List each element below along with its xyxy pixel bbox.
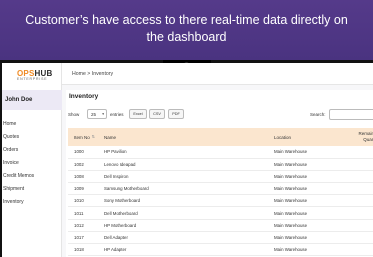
- sidebar-item-shipment[interactable]: Shipment: [2, 183, 62, 196]
- table-header-row: Item No⇅ Name Location Remaining Quantit…: [68, 128, 373, 146]
- cell-location: Main Warehouse: [268, 206, 345, 220]
- cell-location: Main Warehouse: [268, 146, 345, 159]
- cell-item-no: 1017: [68, 231, 98, 245]
- search-label: Search:: [310, 112, 326, 117]
- search-input[interactable]: [329, 109, 373, 120]
- entries-label: entries: [110, 112, 124, 117]
- cell-location: Main Warehouse: [268, 182, 345, 196]
- banner-line-2: the dashboard: [146, 30, 227, 44]
- cell-location: Main Warehouse: [268, 194, 345, 208]
- table-row[interactable]: 1011Dell MotherboardMain Warehouse2: [68, 206, 373, 220]
- show-label: Show: [68, 112, 80, 117]
- promo-banner: Customer’s have access to there real-tim…: [0, 0, 373, 60]
- cell-remaining: 1: [345, 158, 373, 171]
- table-row[interactable]: 1000HP PavilionMain Warehouse2: [68, 146, 373, 159]
- export-pdf-button[interactable]: PDF: [168, 109, 184, 119]
- cell-location: Main Warehouse: [268, 231, 345, 245]
- table-row[interactable]: 1012HP MotherboardMain Warehouse1: [68, 219, 373, 232]
- cell-name: HP Adapter: [98, 243, 268, 257]
- table-row[interactable]: 1017Dell AdapterMain Warehouse4: [68, 231, 373, 245]
- user-name[interactable]: John Doe: [2, 90, 62, 110]
- main-content: Inventory Show 25 ▾ entries Excel CSV PD…: [62, 85, 373, 257]
- cell-name: Sony Motherboard: [98, 194, 268, 208]
- table-row[interactable]: 1002Lenovo IdeapadMain Warehouse1: [68, 158, 373, 171]
- cell-item-no: 1008: [68, 170, 98, 184]
- column-header-name[interactable]: Name: [98, 128, 268, 146]
- app-screen: OPSHUB ENTERPRISE John Doe Home Quotes O…: [2, 63, 373, 257]
- cell-remaining: 2: [345, 146, 373, 159]
- inventory-card: Inventory Show 25 ▾ entries Excel CSV PD…: [66, 90, 373, 257]
- inventory-table: Item No⇅ Name Location Remaining Quantit…: [68, 128, 373, 257]
- column-header-location[interactable]: Location: [268, 128, 345, 146]
- sidebar-item-home[interactable]: Home: [2, 118, 62, 131]
- cell-remaining: 2: [345, 243, 373, 257]
- column-header-remaining[interactable]: Remaining Quantity: [345, 128, 373, 146]
- export-csv-button[interactable]: CSV: [149, 109, 165, 119]
- chevron-down-icon: ▾: [102, 112, 104, 116]
- cell-item-no: 1002: [68, 158, 98, 171]
- sidebar-item-quotes[interactable]: Quotes: [2, 131, 62, 144]
- sidebar-nav: Home Quotes Orders Invoice Credit Memos …: [2, 118, 62, 209]
- cell-remaining: 2: [345, 194, 373, 208]
- cell-item-no: 1010: [68, 194, 98, 208]
- cell-remaining: 2: [345, 182, 373, 196]
- cell-remaining: 2: [345, 206, 373, 220]
- column-header-item-no[interactable]: Item No ⇅: [68, 128, 98, 146]
- page-size-select[interactable]: 25 ▾: [87, 109, 107, 119]
- cell-item-no: 1000: [68, 146, 98, 159]
- cell-remaining: 2: [345, 170, 373, 184]
- cell-name: Dell Adapter: [98, 231, 268, 245]
- cell-location: Main Warehouse: [268, 158, 345, 171]
- cell-location: Main Warehouse: [268, 219, 345, 232]
- table-controls: Show 25 ▾ entries Excel CSV PDF Search:: [68, 109, 373, 121]
- cell-item-no: 1011: [68, 206, 98, 220]
- banner-line-1: Customer’s have access to there real-tim…: [25, 13, 348, 27]
- cell-name: Lenovo Ideapad: [98, 158, 268, 171]
- cell-location: Main Warehouse: [268, 243, 345, 257]
- sidebar-item-credit-memos[interactable]: Credit Memos: [2, 170, 62, 183]
- cell-item-no: 1009: [68, 182, 98, 196]
- app-logo[interactable]: OPSHUB ENTERPRISE: [17, 69, 57, 85]
- cell-item-no: 1018: [68, 243, 98, 257]
- cell-name: HP Pavilion: [98, 146, 268, 159]
- page-title: Inventory: [69, 93, 99, 100]
- page-size-value: 25: [91, 112, 97, 117]
- cell-remaining: 4: [345, 231, 373, 245]
- table-row[interactable]: 1008Dell InspironMain Warehouse2: [68, 170, 373, 184]
- sidebar-item-orders[interactable]: Orders: [2, 144, 62, 157]
- cell-name: Samsung Motherboard: [98, 182, 268, 196]
- sort-icon: ⇅: [91, 134, 95, 139]
- table-row[interactable]: 1009Samsung MotherboardMain Warehouse2: [68, 182, 373, 196]
- cell-name: HP Motherboard: [98, 219, 268, 232]
- table-row[interactable]: 1010Sony MotherboardMain Warehouse2: [68, 194, 373, 208]
- export-excel-button[interactable]: Excel: [129, 109, 147, 119]
- breadcrumb: Home > Inventory: [62, 63, 373, 85]
- cell-location: Main Warehouse: [268, 170, 345, 184]
- sidebar-item-inventory[interactable]: Inventory: [2, 196, 62, 209]
- cell-name: Dell Inspiron: [98, 170, 268, 184]
- cell-name: Dell Motherboard: [98, 206, 268, 220]
- cell-remaining: 1: [345, 219, 373, 232]
- sidebar: OPSHUB ENTERPRISE John Doe Home Quotes O…: [2, 63, 62, 257]
- cell-item-no: 1012: [68, 219, 98, 232]
- sidebar-item-invoice[interactable]: Invoice: [2, 157, 62, 170]
- table-row[interactable]: 1018HP AdapterMain Warehouse2: [68, 243, 373, 257]
